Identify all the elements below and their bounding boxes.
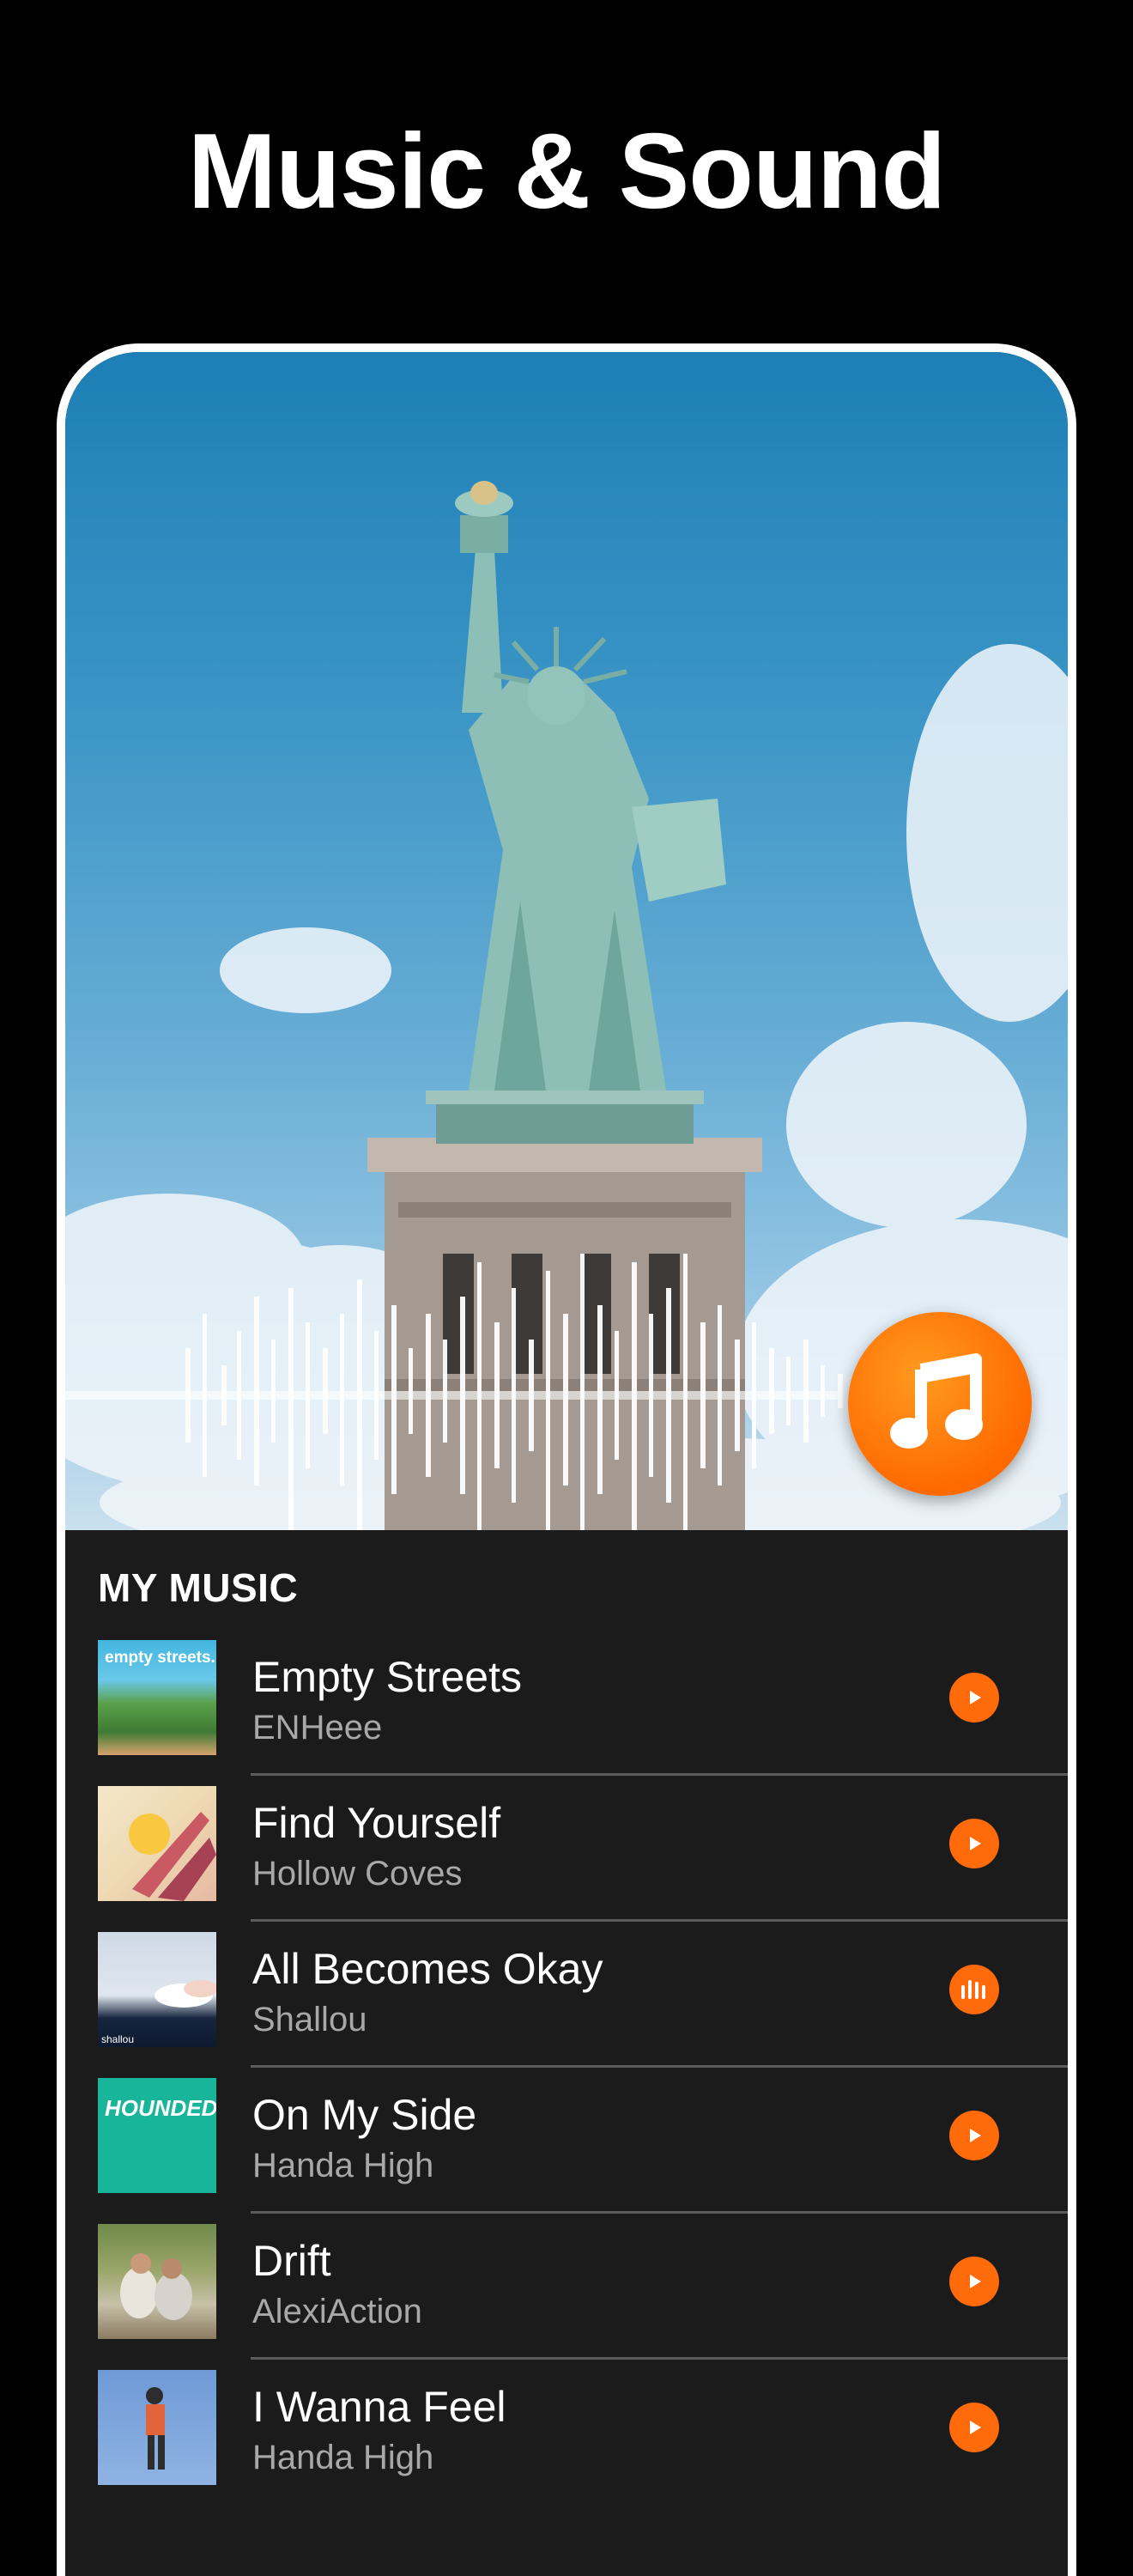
row-divider <box>251 2211 1068 2214</box>
page-headline: Music & Sound <box>187 112 947 231</box>
play-button[interactable] <box>949 2257 999 2306</box>
track-title: Empty Streets <box>252 1653 522 1701</box>
play-button[interactable] <box>949 1673 999 1722</box>
cover-art <box>146 2387 165 2470</box>
track-title: I Wanna Feel <box>252 2383 506 2431</box>
track-title: All Becomes Okay <box>252 1945 603 1993</box>
my-music-heading: MY MUSIC <box>98 1565 299 1610</box>
track-row[interactable]: Drift AlexiAction <box>65 2224 1068 2370</box>
cover-art <box>120 2253 192 2320</box>
track-row[interactable]: shallou All Becomes Okay Shallou <box>65 1932 1068 2078</box>
play-button[interactable] <box>949 2111 999 2160</box>
album-cover <box>98 2224 216 2339</box>
play-icon <box>970 1691 981 1704</box>
track-artist: Shallou <box>252 2001 367 2038</box>
play-icon <box>970 2421 981 2434</box>
cover-art <box>129 1812 216 1901</box>
now-playing-button[interactable] <box>949 1965 999 2014</box>
cover-text: empty streets. <box>105 1649 215 1667</box>
track-artist: AlexiAction <box>252 2293 422 2330</box>
track-artist: Hollow Coves <box>252 1855 463 1893</box>
track-row[interactable]: empty streets. Empty Streets ENHeee <box>65 1640 1068 1786</box>
album-cover <box>98 1786 216 1901</box>
cover-text: HOUNDED <box>105 2095 216 2121</box>
track-list: empty streets. Empty Streets ENHeee Find… <box>65 1640 1068 2516</box>
add-music-button[interactable] <box>848 1312 1032 1496</box>
track-artist: Handa High <box>252 2147 434 2184</box>
equalizer-icon <box>961 1980 985 1999</box>
album-cover: shallou <box>98 1932 216 2047</box>
row-divider <box>251 1773 1068 1776</box>
track-row[interactable]: Find Yourself Hollow Coves <box>65 1786 1068 1932</box>
music-note-icon <box>890 1353 983 1449</box>
row-divider <box>251 2065 1068 2068</box>
play-icon <box>970 1837 981 1850</box>
track-title: On My Side <box>252 2091 477 2139</box>
track-title: Drift <box>252 2237 331 2285</box>
album-cover <box>98 2370 216 2485</box>
album-cover: empty streets. <box>98 1640 216 1755</box>
track-row[interactable]: HOUNDED On My Side Handa High <box>65 2078 1068 2224</box>
hero-image <box>65 352 1068 1530</box>
play-button[interactable] <box>949 1819 999 1868</box>
album-cover: HOUNDED <box>98 2078 216 2193</box>
play-icon <box>970 2275 981 2288</box>
play-icon <box>970 2129 981 2142</box>
track-artist: ENHeee <box>252 1709 383 1747</box>
track-row[interactable]: I Wanna Feel Handa High <box>65 2370 1068 2516</box>
cover-art <box>154 1980 216 2008</box>
phone-frame: MY MUSIC empty streets. Empty Streets EN… <box>57 343 1076 2576</box>
row-divider <box>251 2357 1068 2360</box>
track-artist: Handa High <box>252 2439 434 2476</box>
cover-text: shallou <box>101 2033 135 2045</box>
row-divider <box>251 1919 1068 1922</box>
track-title: Find Yourself <box>252 1799 501 1847</box>
play-button[interactable] <box>949 2403 999 2452</box>
